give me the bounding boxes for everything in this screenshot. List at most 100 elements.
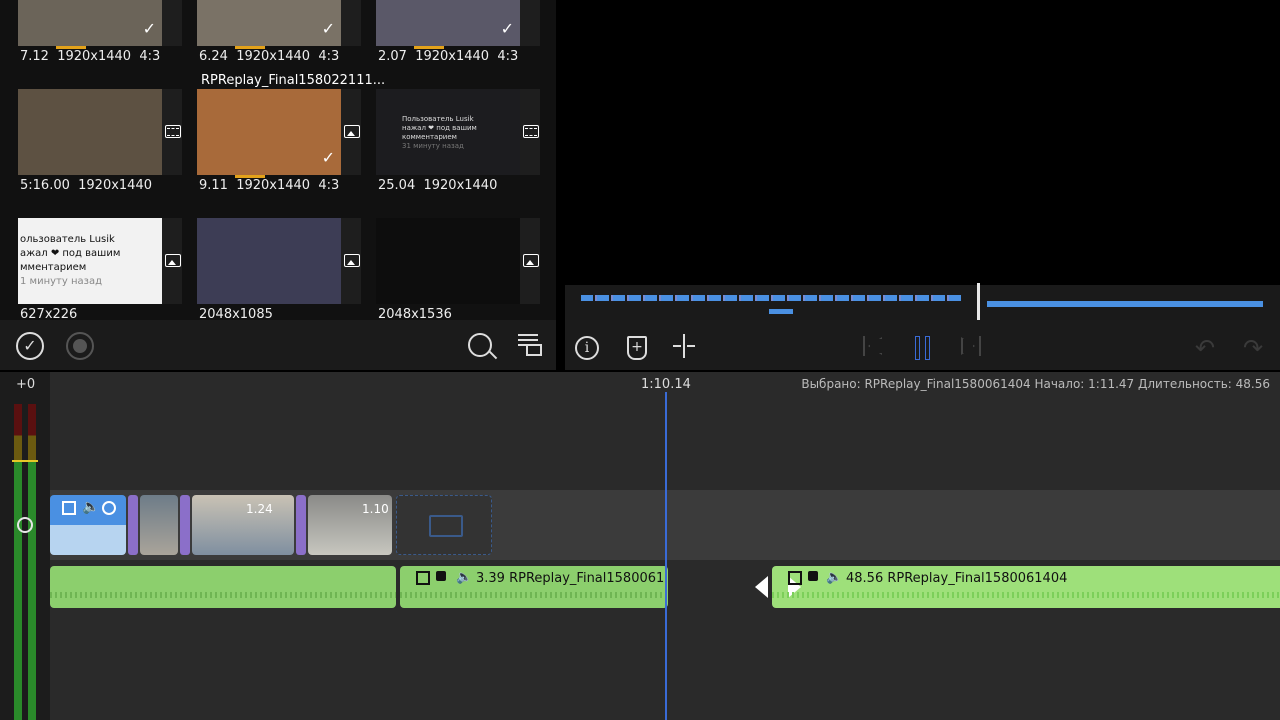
split-icon[interactable]: [673, 334, 695, 358]
audio-clip-label: 3.39 RPReplay_Final1580061: [476, 571, 665, 586]
skip-back-icon[interactable]: [863, 336, 883, 356]
video-type-icon: [523, 125, 539, 138]
thumbnail-text: ажал ❤ под вашим: [20, 248, 121, 259]
media-meta: 9.11 1920x1440 4:3: [199, 178, 340, 193]
media-tile[interactable]: 2048x1085: [179, 218, 361, 320]
waveform: [772, 592, 1280, 598]
meter-right: [28, 404, 36, 720]
video-clip[interactable]: 1.24: [192, 495, 294, 555]
transition[interactable]: [128, 495, 138, 555]
clip-settings-icon: [416, 571, 430, 585]
volume-handle[interactable]: [17, 517, 33, 533]
record-icon[interactable]: [66, 332, 94, 360]
media-tile[interactable]: ✓ 7.12 1920x1440 4:3: [0, 0, 182, 90]
playhead-time: 1:10.14: [641, 377, 691, 392]
clip-camera-icon: [808, 571, 818, 581]
thumbnail-text: 31 минуту назад: [402, 142, 464, 150]
media-thumbnail: ользователь Lusik ажал ❤ под вашим мментар…: [18, 218, 162, 304]
media-thumbnail: [376, 218, 520, 304]
selected-check-icon: ✓: [500, 19, 514, 38]
empty-clip-placeholder[interactable]: [396, 495, 492, 555]
clip-camera-icon: [436, 571, 446, 581]
media-badge: [520, 218, 540, 304]
overview-playhead[interactable]: [977, 283, 980, 325]
media-thumbnail: Пользователь Lusik нажал ❤ под вашим комме…: [376, 89, 520, 175]
media-filename: RPReplay_Final158022111...: [201, 73, 386, 88]
thumbnail-text: мментарием: [20, 262, 87, 273]
media-meta: 7.12 1920x1440 4:3: [20, 49, 161, 64]
overview-track-pattern: [581, 295, 961, 301]
add-marker-icon[interactable]: +: [627, 336, 647, 360]
speaker-icon: 🔈: [82, 499, 100, 515]
thumbnail-text: нажал ❤ под вашим: [402, 124, 477, 132]
skip-forward-icon[interactable]: [961, 336, 981, 356]
media-badge: [520, 0, 540, 46]
media-thumbnail: [197, 218, 341, 304]
selected-check-icon: ✓: [321, 19, 335, 38]
timeline-playhead[interactable]: [665, 392, 667, 720]
clip-settings-icon: [62, 501, 76, 515]
clip-duration: 1.24: [246, 502, 273, 516]
audio-meter: +0: [0, 372, 50, 720]
media-tile[interactable]: 2048x1536: [358, 218, 540, 320]
search-icon[interactable]: [468, 333, 498, 360]
speaker-icon: 🔈: [456, 570, 473, 585]
media-badge: [520, 89, 540, 175]
film-icon: [429, 515, 463, 537]
preview-viewer[interactable]: [565, 0, 1280, 285]
info-icon[interactable]: i: [575, 336, 599, 360]
selected-check-icon: ✓: [142, 19, 156, 38]
redo-icon[interactable]: ↷: [1243, 334, 1263, 362]
trim-handle-left[interactable]: [755, 576, 768, 598]
media-tile[interactable]: ользователь Lusik ажал ❤ под вашим мментар…: [0, 218, 182, 320]
overview-marker: [769, 309, 793, 314]
selected-check-icon: ✓: [321, 148, 335, 167]
audio-clip[interactable]: [50, 566, 396, 608]
media-meta: 6.24 1920x1440 4:3: [199, 49, 340, 64]
media-meta: 2.07 1920x1440 4:3: [378, 49, 519, 64]
media-meta: 25.04 1920x1440: [378, 178, 498, 193]
clip-duration: 1.10: [362, 502, 389, 516]
media-meta: 2048x1085: [199, 307, 273, 320]
media-tile[interactable]: Пользователь Lusik нажал ❤ под вашим комме…: [358, 89, 540, 219]
audio-clip[interactable]: 🔈 3.39 RPReplay_Final1580061: [400, 566, 668, 608]
media-meta: 2048x1536: [378, 307, 452, 320]
waveform: [400, 592, 668, 598]
media-meta: 627x226: [20, 307, 78, 320]
thumbnail-text: 1 минуту назад: [20, 276, 102, 287]
meter-level-line: [12, 460, 38, 462]
media-tile[interactable]: 5:16.00 1920x1440: [0, 89, 182, 219]
pause-icon[interactable]: [915, 336, 931, 360]
checkmark-circle-icon[interactable]: ✓: [16, 332, 44, 360]
media-toolbar: ✓: [0, 320, 556, 370]
media-thumbnail: [18, 89, 162, 175]
list-settings-icon[interactable]: [518, 332, 542, 356]
media-meta: 5:16.00 1920x1440: [20, 178, 152, 193]
thumbnail-text: ользователь Lusik: [20, 234, 115, 245]
video-clip[interactable]: 1.10: [308, 495, 392, 555]
offset-label: +0: [16, 377, 36, 392]
playback-toolbar: i + ↶ ↷: [565, 320, 1280, 370]
speed-icon: [102, 501, 116, 515]
waveform: [50, 592, 396, 598]
media-tile[interactable]: ✓ 9.11 1920x1440 4:3 RPReplay_Final1580221…: [179, 73, 385, 219]
media-browser: ✓ 7.12 1920x1440 4:3 ✓ 6.24 1920x1440 4:3 ✓ 2…: [0, 0, 556, 320]
photo-type-icon: [523, 254, 539, 267]
timeline-overview[interactable]: [565, 283, 1280, 325]
video-clip[interactable]: 🔈: [50, 495, 126, 555]
transition[interactable]: [180, 495, 190, 555]
media-thumbnail: ✓: [197, 89, 341, 175]
thumbnail-text: Пользователь Lusik: [402, 115, 474, 123]
undo-icon[interactable]: ↶: [1195, 334, 1215, 362]
media-thumbnail: ✓: [197, 0, 341, 46]
video-clip[interactable]: [140, 495, 178, 555]
meter-left: [14, 404, 22, 720]
overview-track-right: [987, 301, 1263, 307]
transition[interactable]: [296, 495, 306, 555]
media-thumbnail: ✓: [376, 0, 520, 46]
speaker-icon: 🔈: [826, 570, 843, 585]
clip-settings-icon: [788, 571, 802, 585]
audio-clip-label: 48.56 RPReplay_Final1580061404: [846, 571, 1068, 586]
audio-clip-selected[interactable]: 🔈 48.56 RPReplay_Final1580061404: [772, 566, 1280, 608]
media-thumbnail: ✓: [18, 0, 162, 46]
